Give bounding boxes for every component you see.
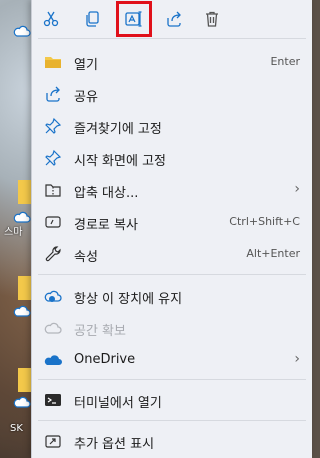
share-icon — [167, 11, 181, 27]
share-button[interactable] — [159, 4, 189, 34]
menu-item-pin-favorites[interactable]: 즐겨찾기에 고정 — [32, 110, 312, 142]
wrench-icon — [44, 245, 62, 263]
menu-item-compress[interactable]: 압축 대상... › — [32, 174, 312, 206]
cloud-sync-icon — [44, 287, 62, 305]
menu-item-label: 공간 확보 — [74, 324, 126, 339]
delete-button[interactable] — [197, 4, 227, 34]
folder-icon — [44, 53, 62, 71]
menu-item-onedrive[interactable]: OneDrive › — [32, 344, 312, 376]
chevron-right-icon: › — [294, 181, 300, 197]
menu-item-label: 항상 이 장치에 유지 — [74, 292, 183, 307]
copy-icon — [86, 11, 99, 27]
menu-item-label: 시작 화면에 고정 — [74, 154, 166, 169]
menu-item-show-more-options[interactable]: 추가 옵션 표시 — [32, 425, 312, 457]
cloud-icon — [13, 25, 31, 37]
cloud-icon — [44, 319, 62, 337]
menu-item-pin-start[interactable]: 시작 화면에 고정 — [32, 142, 312, 174]
pin-icon — [44, 117, 62, 135]
shortcut-text: Enter — [270, 55, 300, 68]
menu-item-label: 경로로 복사 — [74, 218, 138, 233]
menu-item-open-terminal[interactable]: 터미널에서 열기 — [32, 384, 312, 416]
menu-item-properties[interactable]: 속성 Alt+Enter — [32, 238, 312, 270]
more-options-icon — [44, 432, 62, 450]
menu-item-label: 터미널에서 열기 — [74, 396, 162, 411]
chevron-right-icon: › — [294, 351, 300, 367]
pin-icon — [44, 149, 62, 167]
menu-item-open[interactable]: 열기 Enter — [32, 46, 312, 78]
menu-item-label: 압축 대상... — [74, 186, 139, 201]
cut-button[interactable] — [36, 4, 66, 34]
share-icon — [44, 85, 62, 103]
cloud-icon — [13, 305, 31, 317]
scissors-icon — [43, 11, 59, 27]
context-menu: 열기 Enter 공유 즐겨찾기에 고정 시작 화면에 고정 압축 대상... … — [31, 0, 312, 458]
desktop-icon-label[interactable]: 스마 — [4, 223, 22, 238]
cloud-icon — [13, 396, 31, 408]
divider — [38, 274, 306, 275]
copy-path-icon — [44, 213, 62, 231]
menu-item-free-space: 공간 확보 — [32, 312, 312, 344]
copy-button[interactable] — [77, 4, 107, 34]
rename-icon — [125, 11, 142, 27]
desktop-icon-label[interactable]: SK — [10, 423, 23, 434]
terminal-icon — [44, 391, 62, 409]
divider — [38, 38, 306, 39]
divider — [38, 420, 306, 421]
menu-item-keep-on-device[interactable]: 항상 이 장치에 유지 — [32, 280, 312, 312]
context-toolbar — [32, 0, 312, 38]
menu-item-label: OneDrive — [74, 352, 136, 367]
menu-item-copy-path[interactable]: 경로로 복사 Ctrl+Shift+C — [32, 206, 312, 238]
menu-item-label: 열기 — [74, 58, 98, 73]
rename-button[interactable] — [116, 1, 152, 37]
shortcut-text: Alt+Enter — [246, 247, 300, 260]
zip-folder-icon — [44, 181, 62, 199]
cloud-icon — [13, 211, 31, 223]
trash-icon — [206, 11, 218, 27]
divider — [38, 379, 306, 380]
menu-item-label: 공유 — [74, 90, 98, 105]
onedrive-icon — [44, 351, 62, 369]
menu-item-label: 추가 옵션 표시 — [74, 437, 155, 452]
menu-item-label: 속성 — [74, 250, 98, 265]
shortcut-text: Ctrl+Shift+C — [229, 215, 300, 228]
menu-item-share[interactable]: 공유 — [32, 78, 312, 110]
menu-item-label: 즐겨찾기에 고정 — [74, 122, 162, 137]
